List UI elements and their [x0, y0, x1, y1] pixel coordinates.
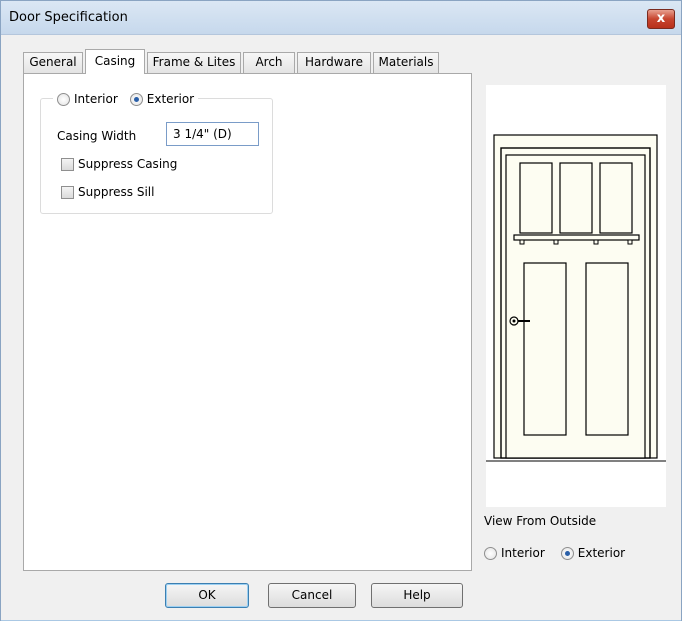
door-preview-drawing — [486, 134, 666, 462]
title-bar[interactable]: Door Specification x — [1, 1, 681, 35]
preview-caption: View From Outside — [484, 514, 597, 528]
suppress-casing-checkbox[interactable] — [61, 157, 74, 171]
casing-width-label: Casing Width — [57, 129, 137, 143]
close-button[interactable]: x — [647, 9, 675, 29]
ok-button[interactable]: OK — [165, 583, 249, 608]
suppress-sill-checkbox[interactable] — [61, 185, 74, 199]
suppress-sill-label: Suppress Sill — [78, 185, 155, 199]
view-exterior-option[interactable]: Exterior — [560, 546, 626, 560]
suppress-sill-option[interactable]: Suppress Sill — [61, 185, 154, 199]
cancel-button[interactable]: Cancel — [268, 583, 356, 608]
suppress-casing-label: Suppress Casing — [78, 157, 178, 171]
view-interior-label: Interior — [501, 546, 545, 560]
view-exterior-label: Exterior — [577, 546, 626, 560]
casing-groupbox: Interior Exterior Casing Width Suppress … — [40, 90, 273, 214]
door-specification-dialog: Door Specification x General Casing Fram… — [0, 0, 682, 621]
door-panel-right — [585, 262, 629, 436]
interior-radio-label: Interior — [74, 92, 118, 106]
exterior-radio-label: Exterior — [146, 92, 195, 106]
suppress-casing-option[interactable]: Suppress Casing — [61, 157, 177, 171]
door-shelf — [513, 234, 640, 241]
door-lite-right — [599, 162, 633, 234]
window-title: Door Specification — [9, 10, 128, 25]
exterior-radio-option[interactable]: Exterior — [129, 92, 195, 106]
side-radio-group: Interior Exterior — [53, 90, 199, 108]
interior-radio[interactable] — [57, 92, 70, 106]
tab-hardware[interactable]: Hardware — [297, 52, 371, 73]
tab-arch[interactable]: Arch — [243, 52, 295, 73]
view-exterior-radio[interactable] — [560, 546, 574, 560]
close-icon: x — [656, 11, 666, 26]
exterior-radio[interactable] — [129, 92, 143, 106]
door-panel-left — [523, 262, 567, 436]
view-interior-radio[interactable] — [484, 546, 497, 560]
view-radio-group: Interior Exterior — [484, 546, 625, 560]
interior-radio-option[interactable]: Interior — [57, 92, 118, 106]
view-interior-option[interactable]: Interior — [484, 546, 545, 560]
casing-panel: Interior Exterior Casing Width Suppress … — [23, 73, 472, 571]
tab-materials[interactable]: Materials — [373, 52, 439, 73]
tab-general[interactable]: General — [23, 52, 83, 73]
tab-casing[interactable]: Casing — [85, 49, 145, 74]
tab-frame-lites[interactable]: Frame & Lites — [147, 52, 241, 73]
door-lite-left — [519, 162, 553, 234]
door-preview — [486, 85, 666, 507]
help-button[interactable]: Help — [371, 583, 463, 608]
door-lite-center — [559, 162, 593, 234]
casing-width-input[interactable] — [166, 122, 259, 146]
